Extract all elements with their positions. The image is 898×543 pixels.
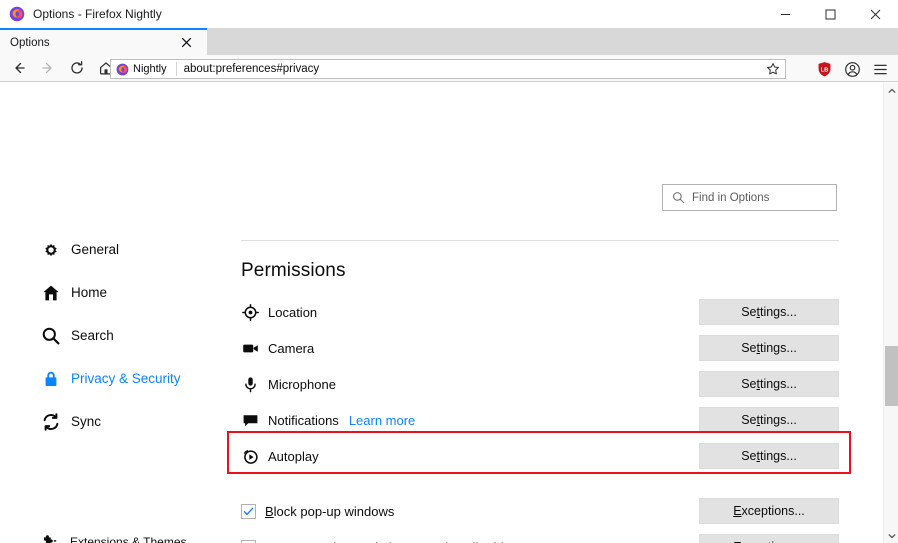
reload-icon[interactable]: [62, 56, 91, 80]
permission-row-camera: Camera Se t tings...: [241, 330, 839, 366]
find-in-options-box[interactable]: Find in Options: [662, 184, 837, 211]
search-icon: [40, 325, 62, 347]
permission-row-microphone: Microphone Se t tings...: [241, 366, 839, 402]
identity-separator: [175, 62, 177, 76]
autoplay-settings-button[interactable]: Se t tings...: [699, 443, 839, 469]
url-bar[interactable]: Nightly about:preferences#privacy: [110, 59, 786, 79]
shield-badge-icon[interactable]: LB: [810, 58, 838, 80]
sidebar-item-sync[interactable]: Sync: [0, 400, 232, 443]
tab-strip: Options: [0, 28, 898, 55]
identity-label: Nightly: [133, 63, 167, 75]
checkbox-label: Block pop-up windows: [265, 503, 395, 519]
navigation-toolbar: Nightly about:preferences#privacy LB: [0, 55, 898, 82]
chevron-up-icon[interactable]: [884, 83, 898, 98]
permission-label: Location: [268, 304, 318, 320]
site-identity-box[interactable]: Nightly: [111, 60, 173, 78]
permission-row-autoplay: Autoplay Se t tings...: [241, 438, 839, 474]
sidebar-item-privacy-security[interactable]: Privacy & Security: [0, 357, 232, 400]
location-settings-button[interactable]: Se t tings...: [699, 299, 839, 325]
sidebar-item-search[interactable]: Search: [0, 314, 232, 357]
firefox-nightly-logo-icon: [9, 6, 25, 22]
checkbox-label: Warn you when websites try to install ad…: [265, 540, 529, 543]
addons-exceptions-button[interactable]: Exceptions...: [699, 534, 839, 543]
sidebar-item-label: Search: [71, 328, 114, 343]
sidebar-item-label: Privacy & Security: [71, 371, 181, 386]
popup-exceptions-button[interactable]: Exceptions...: [699, 498, 839, 524]
preferences-sidebar-bottom: Extensions & Themes ? Nightly Support: [0, 525, 232, 543]
puzzle-piece-icon: [40, 533, 58, 543]
browser-window: Options - Firefox Nightly Options Nightl…: [0, 0, 898, 543]
vertical-scrollbar[interactable]: [883, 83, 898, 543]
gear-icon: [40, 239, 62, 261]
permission-label: Microphone: [268, 376, 336, 392]
sidebar-item-label: Home: [71, 285, 108, 300]
toolbar-right-icons: LB: [810, 58, 894, 80]
window-controls: [763, 0, 898, 28]
window-title: Options - Firefox Nightly: [33, 7, 162, 21]
permission-row-notifications: Notifications Learn more Se t tings...: [241, 402, 839, 438]
scrollbar-thumb[interactable]: [885, 346, 898, 406]
notification-icon: [241, 411, 259, 429]
minimize-button[interactable]: [763, 0, 808, 28]
checkbox-row-block-popups: Block pop-up windows Exceptions...: [241, 493, 839, 529]
forward-arrow-icon: [33, 56, 62, 80]
tab-label: Options: [10, 36, 50, 49]
microphone-settings-button[interactable]: Se t tings...: [699, 371, 839, 397]
preferences-content: Find in Options General Home Search Priv…: [0, 83, 883, 543]
page-title: Permissions: [241, 260, 346, 281]
camera-icon: [241, 339, 259, 357]
sidebar-item-label: General: [71, 242, 120, 257]
permissions-checkbox-list: Block pop-up windows Exceptions... Warn …: [241, 493, 839, 543]
account-icon[interactable]: [838, 58, 866, 80]
back-arrow-icon[interactable]: [4, 56, 33, 80]
maximize-button[interactable]: [808, 0, 853, 28]
checkbox-row-warn-addons: Warn you when websites try to install ad…: [241, 529, 839, 543]
search-input-placeholder[interactable]: Find in Options: [692, 192, 769, 204]
lock-icon: [40, 368, 62, 390]
permission-label: Notifications: [268, 412, 339, 428]
microphone-icon: [241, 375, 259, 393]
url-text[interactable]: about:preferences#privacy: [184, 63, 320, 75]
camera-settings-button[interactable]: Se t tings...: [699, 335, 839, 361]
title-bar: Options - Firefox Nightly: [0, 0, 898, 28]
home-icon: [40, 282, 62, 304]
autoplay-icon: [241, 447, 259, 465]
section-divider: [241, 240, 839, 241]
warn-addons-checkbox[interactable]: [241, 539, 256, 543]
permission-label: Camera: [268, 340, 315, 356]
block-popups-checkbox[interactable]: [241, 503, 256, 519]
sidebar-item-home[interactable]: Home: [0, 271, 232, 314]
notifications-learn-more-link[interactable]: Learn more: [349, 413, 415, 428]
tab-options[interactable]: Options: [0, 28, 207, 55]
close-button[interactable]: [853, 0, 898, 28]
sync-icon: [40, 411, 62, 433]
checkmark-icon: [243, 507, 254, 515]
tab-close-icon[interactable]: [179, 36, 193, 50]
chevron-down-icon[interactable]: [884, 528, 898, 543]
sidebar-item-label: Extensions & Themes: [70, 535, 187, 543]
preferences-sidebar: General Home Search Privacy & Security S…: [0, 228, 232, 443]
svg-text:LB: LB: [820, 67, 828, 73]
notifications-settings-button[interactable]: Se t tings...: [699, 407, 839, 433]
hamburger-menu-icon[interactable]: [866, 58, 894, 80]
sidebar-item-extensions-themes[interactable]: Extensions & Themes: [0, 525, 232, 543]
star-icon[interactable]: [763, 61, 783, 77]
search-icon: [673, 192, 685, 204]
sidebar-item-label: Sync: [71, 414, 102, 429]
sidebar-item-general[interactable]: General: [0, 228, 232, 271]
permission-row-location: Location Se t tings...: [241, 294, 839, 330]
firefox-nightly-logo-icon: [116, 63, 129, 75]
tab-strip-empty-area[interactable]: [207, 28, 898, 55]
location-target-icon: [241, 303, 259, 321]
permission-label: Autoplay: [268, 448, 319, 464]
permissions-list: Location Se t tings... Camera Se t tings...: [241, 294, 839, 474]
